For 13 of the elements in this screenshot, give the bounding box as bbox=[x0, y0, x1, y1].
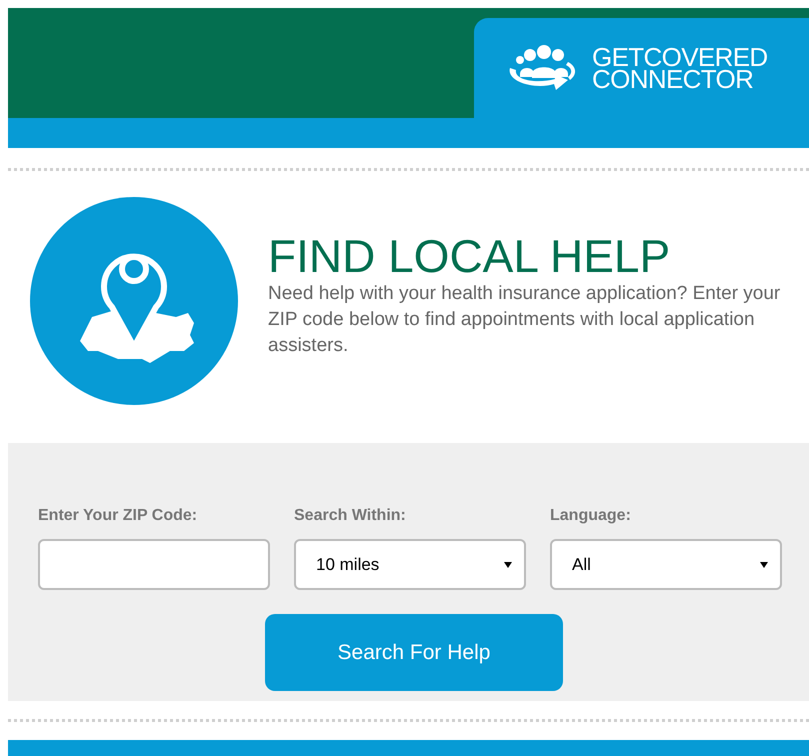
intro-text: Need help with your health insurance application? Enter your ZIP code below to find appointments with local application assisters. bbox=[268, 282, 782, 358]
map-pin-icon bbox=[30, 197, 238, 405]
dropdown-caret-icon bbox=[760, 560, 768, 568]
dropdown-caret-icon bbox=[504, 560, 512, 568]
distance-dropdown[interactable]: 10 miles bbox=[294, 539, 526, 590]
field-label: Search Within: bbox=[294, 507, 407, 525]
field-label: Language: bbox=[550, 507, 632, 525]
zip-input-field[interactable] bbox=[38, 539, 270, 590]
language-dropdown[interactable]: All bbox=[550, 539, 782, 590]
logo-text: CONNECTOR bbox=[592, 68, 754, 90]
field-label: Enter Your ZIP Code: bbox=[38, 507, 198, 525]
page-title: FIND LOCAL HELP bbox=[268, 231, 672, 281]
logo-text: GETCOVERED bbox=[592, 46, 768, 68]
